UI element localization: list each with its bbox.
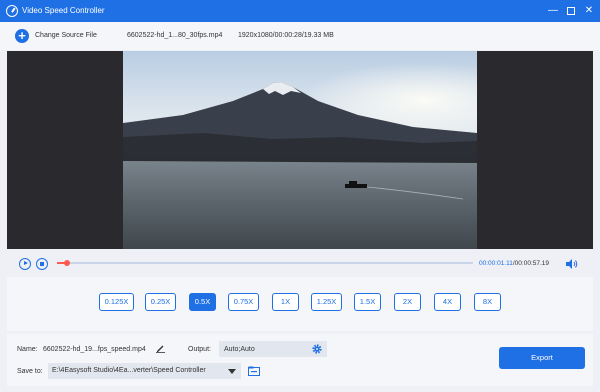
title-bar: Video Speed Controller — ✕ — [0, 0, 600, 22]
chevron-down-icon[interactable] — [228, 369, 236, 374]
progress-thumb[interactable] — [64, 260, 71, 266]
add-source-icon[interactable]: + — [15, 29, 29, 43]
volume-icon[interactable] — [566, 259, 578, 269]
folder-icon[interactable] — [248, 366, 260, 376]
speed-button-0.25x[interactable]: 0.25X — [145, 293, 176, 311]
current-time: 00:00:01.11 — [479, 260, 513, 267]
save-to-path: E:\4Easysoft Studio\4Ea...verter\Speed C… — [52, 367, 206, 374]
time-readout: 00:00:01.11/00:00:57.19 — [479, 260, 549, 267]
maximize-button[interactable] — [564, 4, 578, 18]
play-button[interactable] — [19, 258, 31, 270]
speed-options-panel — [7, 277, 593, 331]
speed-button-0.5x[interactable]: 0.5X — [189, 293, 216, 311]
speed-button-0.75x[interactable]: 0.75X — [228, 293, 259, 311]
app-window: Video Speed Controller — ✕ + Change Sour… — [0, 0, 600, 392]
source-file-name: 6602522-hd_1...80_30fps.mp4 — [127, 32, 223, 39]
speed-button-0.125x[interactable]: 0.125X — [99, 293, 134, 311]
video-frame-image — [123, 51, 477, 249]
speed-button-1.5x[interactable]: 1.5X — [354, 293, 381, 311]
window-title: Video Speed Controller — [22, 6, 105, 15]
close-button[interactable]: ✕ — [582, 4, 596, 18]
edit-icon[interactable] — [156, 344, 165, 353]
gear-icon[interactable] — [312, 344, 322, 354]
output-format-value: Auto;Auto — [224, 346, 255, 353]
total-time: 00:00:57.19 — [514, 260, 550, 267]
save-to-label: Save to: — [17, 368, 43, 375]
progress-track[interactable] — [57, 262, 473, 264]
name-label: Name: — [17, 346, 38, 353]
output-label: Output: — [188, 346, 211, 353]
video-frame[interactable] — [123, 51, 477, 249]
speedometer-icon — [6, 5, 18, 17]
stop-button[interactable] — [36, 258, 48, 270]
speed-button-2x[interactable]: 2X — [394, 293, 421, 311]
output-name-value: 6602522-hd_19...fps_speed.mp4 — [43, 346, 146, 353]
export-button[interactable]: Export — [499, 347, 585, 369]
minimize-button[interactable]: — — [546, 4, 560, 18]
maximize-icon — [567, 7, 575, 15]
speed-button-1x[interactable]: 1X — [272, 293, 299, 311]
speed-button-8x[interactable]: 8X — [474, 293, 501, 311]
speed-button-4x[interactable]: 4X — [434, 293, 461, 311]
change-source-button[interactable]: Change Source File — [35, 32, 97, 39]
speed-button-1.25x[interactable]: 1.25X — [311, 293, 342, 311]
source-file-meta: 1920x1080/00:00:28/19.33 MB — [238, 32, 334, 39]
